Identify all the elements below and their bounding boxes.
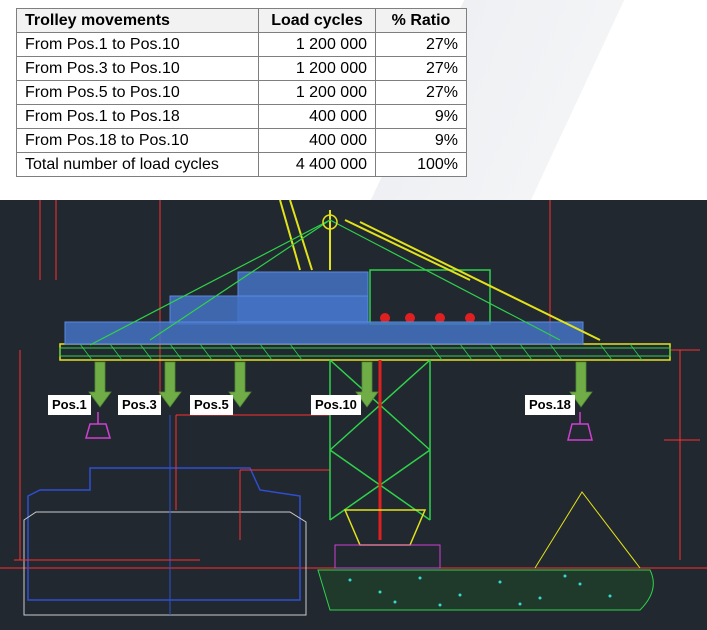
crane-boom <box>59 343 671 361</box>
header-load-cycles: Load cycles <box>258 8 376 33</box>
grab-bucket-pos18 <box>567 412 593 441</box>
cycles-cell: 400 000 <box>258 128 376 153</box>
movement-cell: From Pos.1 to Pos.10 <box>16 32 259 57</box>
cycles-cell: 400 000 <box>258 104 376 129</box>
ratio-cell: 100% <box>375 152 467 177</box>
movement-cell: Total number of load cycles <box>16 152 259 177</box>
hopper <box>343 509 427 546</box>
pos18-label: Pos.18 <box>525 395 575 415</box>
pos1-label: Pos.1 <box>48 395 91 415</box>
pos5-label: Pos.5 <box>190 395 233 415</box>
grab-bucket-pos1 <box>85 412 111 439</box>
load-envelope <box>64 271 584 345</box>
stockpile <box>534 491 641 569</box>
boom-rail <box>59 347 671 357</box>
ratio-cell: 9% <box>375 128 467 153</box>
ratio-cell: 27% <box>375 56 467 81</box>
arrow-pos1 <box>88 361 112 408</box>
dimension-lines <box>14 200 700 561</box>
hopper-frame <box>334 544 441 569</box>
ratio-cell: 27% <box>375 32 467 57</box>
crane-drawing-svg <box>0 200 707 616</box>
movement-cell: From Pos.1 to Pos.18 <box>16 104 259 129</box>
header-ratio: % Ratio <box>375 8 467 33</box>
cycles-cell: 1 200 000 <box>258 56 376 81</box>
table-row: From Pos.3 to Pos.10 1 200 000 27% <box>16 56 467 81</box>
table-header-row: Trolley movements Load cycles % Ratio <box>16 8 467 33</box>
ship-hull <box>27 467 301 601</box>
pos10-label: Pos.10 <box>311 395 361 415</box>
cycles-cell: 1 200 000 <box>258 80 376 105</box>
header-trolley-movements: Trolley movements <box>16 8 259 33</box>
arrow-pos3 <box>158 361 182 408</box>
table-row: From Pos.1 to Pos.10 1 200 000 27% <box>16 32 467 57</box>
movement-cell: From Pos.3 to Pos.10 <box>16 56 259 81</box>
table-row: From Pos.18 to Pos.10 400 000 9% <box>16 128 467 153</box>
movement-cell: From Pos.18 to Pos.10 <box>16 128 259 153</box>
quay-structure <box>317 569 654 611</box>
boom-truss <box>79 343 643 361</box>
ratio-cell: 9% <box>375 104 467 129</box>
pos3-label: Pos.3 <box>118 395 161 415</box>
cycles-cell: 1 200 000 <box>258 32 376 57</box>
movement-cell: From Pos.5 to Pos.10 <box>16 80 259 105</box>
load-cycles-table: Trolley movements Load cycles % Ratio Fr… <box>16 8 467 177</box>
cycles-cell: 4 400 000 <box>258 152 376 177</box>
table-total-row: Total number of load cycles 4 400 000 10… <box>16 152 467 177</box>
table-row: From Pos.1 to Pos.18 400 000 9% <box>16 104 467 129</box>
ratio-cell: 27% <box>375 80 467 105</box>
crane-cad-drawing: Pos.1 Pos.3 Pos.5 Pos.10 Pos.18 <box>0 200 707 630</box>
table-row: From Pos.5 to Pos.10 1 200 000 27% <box>16 80 467 105</box>
